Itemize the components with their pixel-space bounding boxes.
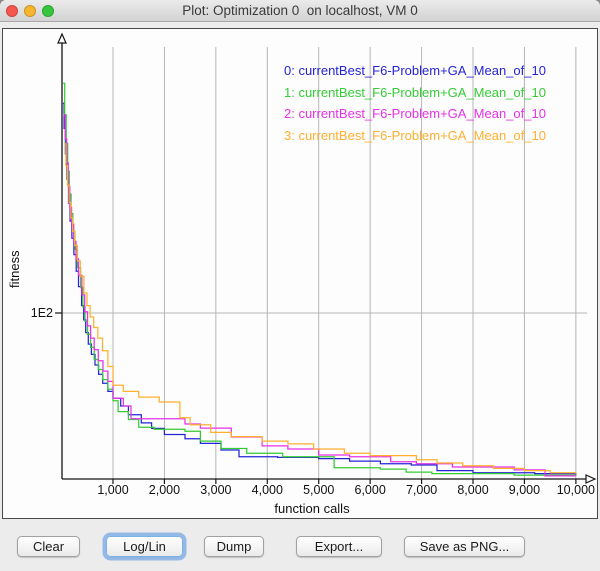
export-button[interactable]: Export...	[296, 536, 382, 557]
log-lin-button[interactable]: Log/Lin	[106, 536, 183, 557]
plot-panel: fitness 1E2 function calls 0: currentBes…	[2, 28, 598, 519]
y-axis-arrow-icon	[58, 34, 66, 43]
y-axis-label: fitness	[7, 207, 23, 331]
y-tick-label: 1E2	[25, 306, 53, 320]
series-line	[64, 144, 576, 474]
save-png-button[interactable]: Save as PNG...	[404, 536, 525, 557]
legend-entry: 0: currentBest_F6-Problem+GA_Mean_of_10	[284, 60, 546, 82]
legend-entry: 3: currentBest_F6-Problem+GA_Mean_of_10	[284, 125, 546, 147]
plot-window: Plot: Optimization 0 on localhost, VM 0 …	[0, 0, 600, 571]
window-title: Plot: Optimization 0 on localhost, VM 0	[0, 0, 600, 22]
clear-button[interactable]: Clear	[17, 536, 80, 557]
legend-entry: 1: currentBest_F6-Problem+GA_Mean_of_10	[284, 82, 546, 104]
series-line	[64, 115, 576, 476]
title-bar: Plot: Optimization 0 on localhost, VM 0	[0, 0, 600, 22]
dump-button[interactable]: Dump	[204, 536, 264, 557]
legend-entry: 2: currentBest_F6-Problem+GA_Mean_of_10	[284, 103, 546, 125]
legend: 0: currentBest_F6-Problem+GA_Mean_of_101…	[284, 60, 546, 146]
x-tick-label: 10,000	[546, 483, 600, 497]
x-axis-arrow-icon	[586, 475, 595, 483]
x-axis-label: function calls	[62, 501, 562, 516]
